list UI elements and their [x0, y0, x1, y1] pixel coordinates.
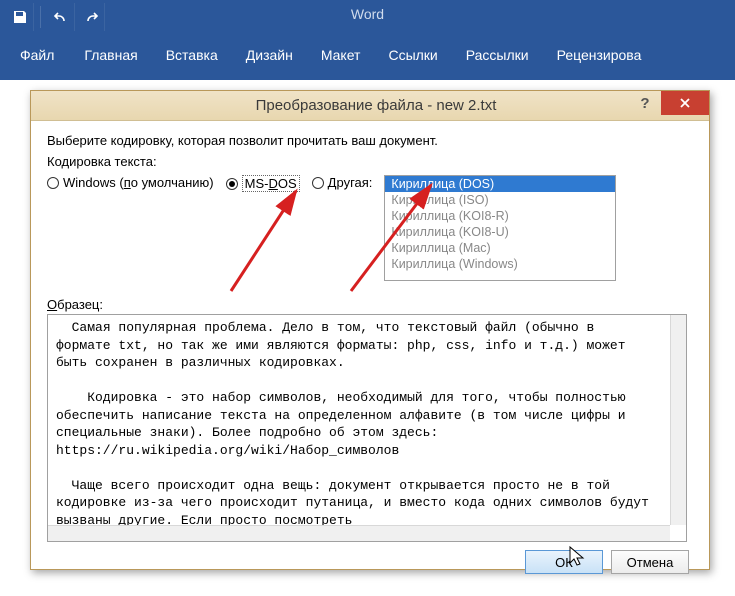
ribbon-tabs: Файл Главная Вставка Дизайн Макет Ссылки… [0, 34, 735, 76]
separator [40, 6, 41, 28]
close-icon [679, 97, 691, 109]
file-conversion-dialog: Преобразование файла - new 2.txt ? Выбер… [30, 90, 710, 570]
quick-access-toolbar [0, 0, 735, 34]
encoding-section-label: Кодировка текста: [47, 154, 693, 169]
ok-button[interactable]: ОК [525, 550, 603, 574]
undo-button[interactable] [47, 3, 75, 31]
encoding-item[interactable]: Кириллица (DOS) [385, 176, 615, 192]
tab-file[interactable]: Файл [4, 37, 70, 73]
radio-msdos-label: MS-DOS [242, 175, 300, 192]
tab-home[interactable]: Главная [70, 37, 151, 73]
radio-icon [312, 177, 324, 189]
save-icon [12, 9, 28, 25]
encoding-item[interactable]: Кириллица (Mac) [385, 240, 615, 256]
ribbon: Word Файл Главная Вставка Дизайн Макет С… [0, 0, 735, 80]
radio-windows-label: Windows (по умолчанию) [63, 175, 214, 190]
encoding-list[interactable]: Кириллица (DOS) Кириллица (ISO) Кириллиц… [384, 175, 616, 281]
undo-icon [53, 9, 69, 25]
dialog-title: Преобразование файла - new 2.txt [256, 97, 497, 114]
redo-icon [83, 9, 99, 25]
encoding-item[interactable]: Кириллица (Windows) [385, 256, 615, 272]
dialog-help-button[interactable]: ? [629, 91, 661, 115]
sample-label: Образец: [47, 297, 693, 312]
encoding-item[interactable]: Кириллица (ISO) [385, 192, 615, 208]
tab-mailings[interactable]: Рассылки [452, 37, 543, 73]
save-button[interactable] [6, 3, 34, 31]
tab-review[interactable]: Рецензирова [543, 37, 656, 73]
horizontal-scrollbar[interactable] [48, 525, 670, 541]
radio-icon [47, 177, 59, 189]
radio-icon [226, 178, 238, 190]
radio-other[interactable]: Другая: [312, 175, 373, 190]
tab-references[interactable]: Ссылки [374, 37, 451, 73]
radio-windows-default[interactable]: Windows (по умолчанию) [47, 175, 214, 190]
encoding-item[interactable]: Кириллица (KOI8-R) [385, 208, 615, 224]
tab-design[interactable]: Дизайн [232, 37, 307, 73]
tab-layout[interactable]: Макет [307, 37, 375, 73]
cancel-button[interactable]: Отмена [611, 550, 689, 574]
vertical-scrollbar[interactable] [670, 315, 686, 525]
tab-insert[interactable]: Вставка [152, 37, 232, 73]
sample-text: Самая популярная проблема. Дело в том, ч… [48, 315, 663, 541]
encoding-item[interactable]: Кириллица (KOI8-U) [385, 224, 615, 240]
radio-msdos[interactable]: MS-DOS [226, 175, 300, 192]
dialog-titlebar: Преобразование файла - new 2.txt ? [31, 91, 709, 121]
redo-button[interactable] [77, 3, 105, 31]
sample-preview: Самая популярная проблема. Дело в том, ч… [47, 314, 687, 542]
radio-other-label: Другая: [328, 175, 373, 190]
dialog-instruction: Выберите кодировку, которая позволит про… [47, 133, 693, 148]
dialog-close-button[interactable] [661, 91, 709, 115]
